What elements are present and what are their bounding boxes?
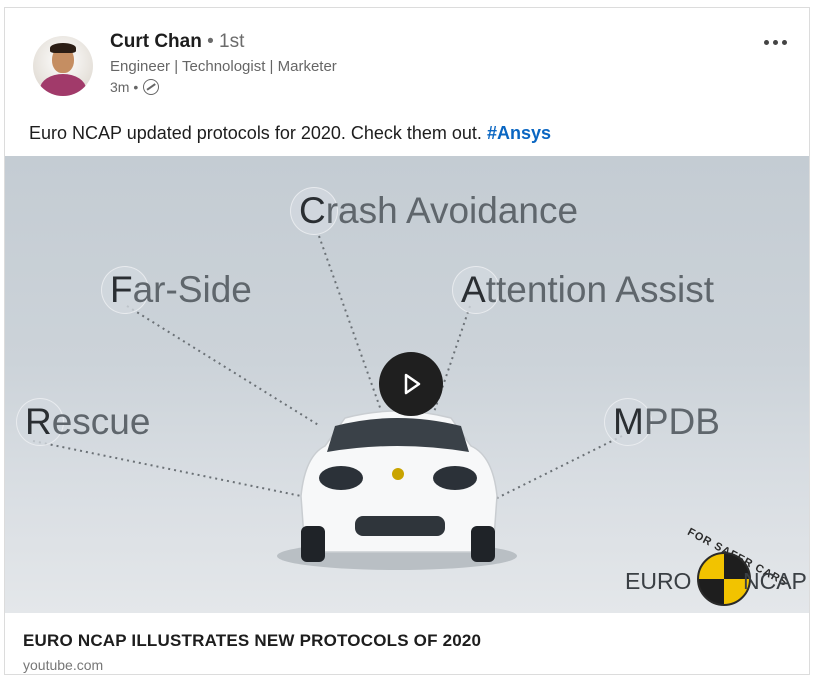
- link-title[interactable]: EURO NCAP ILLUSTRATES NEW PROTOCOLS OF 2…: [23, 631, 481, 651]
- connector-line: [318, 235, 384, 417]
- label-mpdb: MPDB: [604, 398, 720, 446]
- label-text: PDB: [643, 401, 720, 442]
- more-options-button[interactable]: [755, 30, 795, 54]
- post-text-body: Euro NCAP updated protocols for 2020. Ch…: [29, 123, 487, 143]
- connection-degree: • 1st: [207, 31, 245, 52]
- label-initial: A: [461, 269, 486, 310]
- euro-ncap-logo: FOR SAFER CARS EURO NCAP: [625, 526, 809, 611]
- avatar-hair: [50, 43, 76, 53]
- connector-line: [484, 435, 623, 505]
- post-text: Euro NCAP updated protocols for 2020. Ch…: [29, 121, 551, 145]
- connector-line: [126, 305, 321, 427]
- author-name[interactable]: Curt Chan: [110, 31, 202, 52]
- label-text: escue: [51, 401, 151, 442]
- ellipsis-icon: [781, 39, 787, 45]
- car-illustration: [277, 410, 517, 570]
- label-initial: R: [25, 401, 52, 442]
- avatar-shirt: [40, 74, 86, 96]
- video-thumbnail[interactable]: Crash Avoidance Far-Side Attention Assis…: [5, 156, 809, 613]
- post-meta: 3m •: [110, 77, 337, 97]
- label-initial: M: [613, 401, 644, 442]
- logo-text-right: NCAP: [743, 568, 807, 594]
- author-headline: Engineer | Technologist | Marketer: [110, 58, 337, 75]
- author-name-row: Curt Chan • 1st: [110, 30, 337, 54]
- label-rescue: Rescue: [16, 398, 151, 446]
- label-initial: C: [299, 190, 326, 231]
- label-text: ttention Assist: [485, 269, 714, 310]
- author-avatar[interactable]: [33, 36, 93, 96]
- link-domain: youtube.com: [23, 657, 104, 673]
- link-preview[interactable]: EURO NCAP ILLUSTRATES NEW PROTOCOLS OF 2…: [5, 613, 809, 674]
- label-initial: F: [110, 269, 133, 310]
- play-icon: [404, 373, 421, 395]
- play-button[interactable]: [379, 352, 443, 416]
- author-info: Curt Chan • 1st Engineer | Technologist …: [110, 30, 337, 97]
- ellipsis-icon: [763, 39, 769, 45]
- label-attention-assist: Attention Assist: [452, 266, 714, 314]
- label-far-side: Far-Side: [101, 266, 252, 314]
- label-text: ar-Side: [132, 269, 252, 310]
- logo-text-left: EURO: [625, 568, 692, 594]
- ellipsis-icon: [772, 39, 778, 45]
- connector-line: [32, 440, 302, 497]
- globe-icon: [143, 79, 160, 95]
- feed-post-card: Curt Chan • 1st Engineer | Technologist …: [4, 7, 810, 675]
- label-crash-avoidance: Crash Avoidance: [290, 187, 579, 235]
- label-text: rash Avoidance: [325, 190, 579, 231]
- post-time: 3m •: [110, 79, 139, 95]
- hashtag-link[interactable]: #Ansys: [487, 123, 551, 143]
